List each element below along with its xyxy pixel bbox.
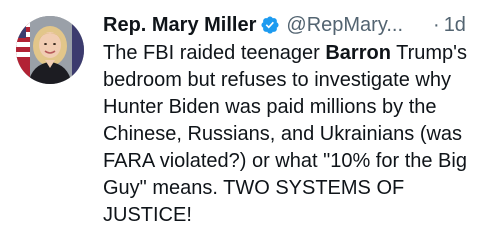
tweet-card[interactable]: Rep. Mary Miller @RepMary... · 1d The FB… [0, 0, 500, 245]
verified-badge-icon [260, 15, 280, 35]
tweet-timestamp[interactable]: 1d [444, 12, 466, 38]
tweet-header: Rep. Mary Miller @RepMary... · 1d [103, 12, 489, 38]
tweet-content: Rep. Mary Miller @RepMary... · 1d The FB… [103, 12, 489, 229]
author-name[interactable]: Rep. Mary Miller [103, 12, 256, 38]
avatar-image [16, 16, 84, 84]
tweet-text-part1: The FBI raided teenager [103, 42, 326, 64]
tweet-text: The FBI raided teenager Barron Trump's b… [103, 40, 489, 229]
avatar[interactable] [16, 16, 84, 84]
tweet-text-part2: Trump's bedroom but refuses to investiga… [103, 42, 467, 226]
tweet-text-bold: Barron [325, 42, 391, 64]
separator-dot: · [433, 14, 440, 36]
author-handle[interactable]: @RepMary... [286, 12, 403, 38]
